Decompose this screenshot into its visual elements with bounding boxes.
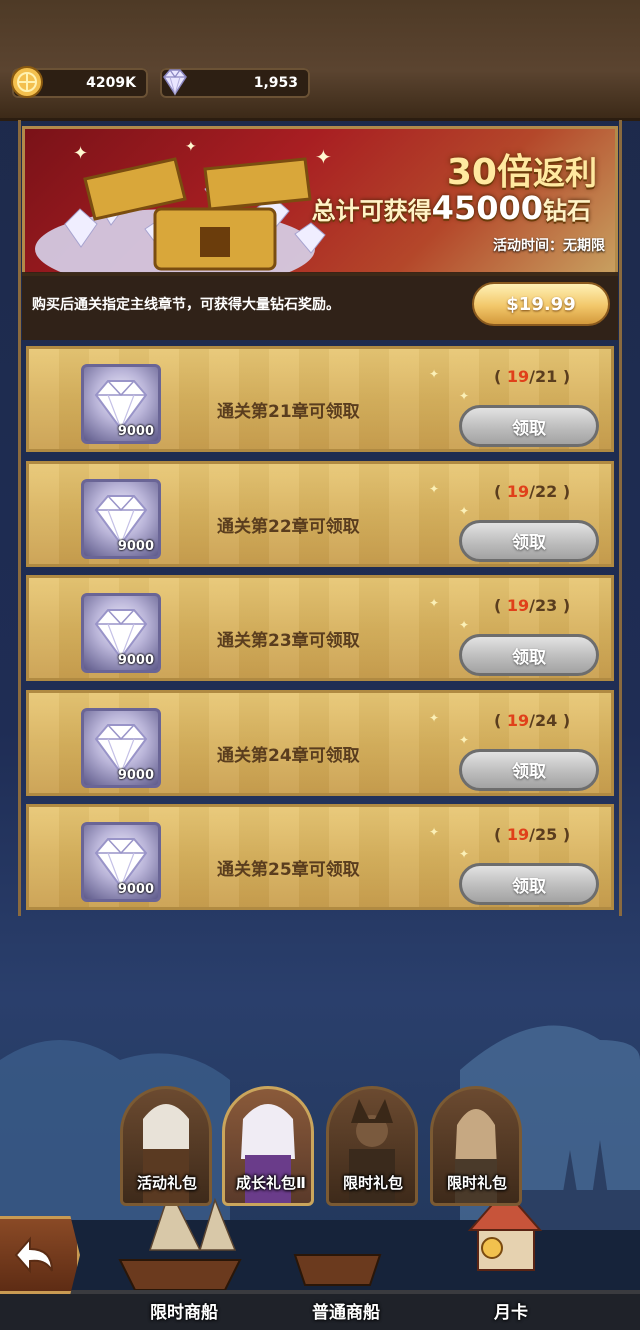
tab-label: 限时礼包	[446, 1174, 507, 1192]
progress-current: 19	[506, 481, 530, 501]
banner-total: 总计可获得45000钻石	[312, 189, 591, 227]
multiplier-text: 30倍	[446, 152, 533, 193]
progress-current: 19	[506, 596, 530, 615]
purchase-row: 购买后通关指定主线章节，可获得大量钻石奖励。 $19.99	[22, 272, 618, 340]
progress-target: /21	[529, 367, 558, 386]
tab-label: 活动礼包	[136, 1174, 197, 1192]
claim-button[interactable]: 领取	[459, 405, 599, 447]
sparkle-icon: ✦	[459, 618, 470, 632]
chapter-progress: ( 19/25 )	[494, 825, 571, 844]
reward-row: ✦ ✦ 9000 通关第24章可领取 ( 19/24 ) 领取	[26, 689, 614, 796]
diamond-reward-item[interactable]: 9000	[81, 364, 161, 444]
reward-row: ✦ ✦ 9000 通关第25章可领取 ( 19/25 ) 领取	[26, 804, 614, 910]
item-quantity: 9000	[117, 882, 154, 897]
reward-condition: 通关第21章可领取	[217, 402, 360, 422]
item-quantity: 9000	[117, 653, 154, 668]
gold-coin-icon	[11, 66, 43, 98]
total-suffix: 钻石	[543, 197, 591, 225]
sparkle-icon: ✦	[459, 389, 470, 403]
progress-current: 19	[506, 710, 530, 730]
claim-button[interactable]: 领取	[459, 863, 599, 905]
progress-target: /25	[529, 825, 558, 844]
item-quantity: 9000	[117, 538, 154, 554]
nav-normal-ship[interactable]: 普通商船	[312, 1298, 380, 1323]
nav-limited-ship[interactable]: 限时商船	[150, 1298, 218, 1323]
item-quantity: 9000	[117, 767, 154, 783]
sparkle-icon: ✦	[429, 367, 440, 381]
reward-row: ✦ ✦ 9000 通关第23章可领取 ( 19/23 ) 领取	[26, 575, 614, 681]
claim-button[interactable]: 领取	[459, 634, 599, 676]
nav-monthly-card[interactable]: 月卡	[494, 1298, 528, 1323]
event-time: 活动时间：无期限	[493, 238, 605, 254]
diamond-icon	[163, 69, 187, 96]
sparkle-icon: ✦	[459, 847, 470, 861]
sparkle-icon: ✦	[429, 710, 440, 725]
claim-button[interactable]: 领取	[459, 519, 599, 562]
diamond-reward-item[interactable]: 9000	[81, 822, 161, 902]
diamond-reward-item[interactable]: 9000	[81, 707, 161, 788]
harbor-scene	[0, 1025, 640, 1330]
gem-counter[interactable]: 1,953	[160, 68, 310, 98]
svg-text:✦: ✦	[185, 139, 197, 155]
chapter-progress: ( 19/21 )	[494, 367, 571, 386]
diamond-reward-item[interactable]: 9000	[81, 478, 161, 559]
reward-list: ✦ ✦ 9000 通关第21章可领取 ( 19/21 ) 领取 ✦ ✦ 9000	[26, 346, 614, 919]
sparkle-icon: ✦	[459, 732, 470, 747]
reward-row: ✦ ✦ 9000 通关第21章可领取 ( 19/21 ) 领取	[26, 346, 614, 452]
progress-target: /23	[529, 596, 558, 615]
promo-banner: ✦ ✦ ✦ 30倍返利 总计可获得45000钻石 活动时间：无期限	[22, 126, 618, 276]
reward-condition: 通关第24章可领取	[217, 745, 360, 766]
sparkle-icon: ✦	[459, 503, 470, 518]
chapter-progress: ( 19/24 )	[494, 710, 571, 730]
svg-text:✦: ✦	[315, 145, 332, 169]
chapter-progress: ( 19/22 )	[494, 481, 571, 501]
reward-row: ✦ ✦ 9000 通关第22章可领取 ( 19/22 ) 领取	[26, 460, 614, 567]
sparkle-icon: ✦	[429, 596, 440, 610]
tab-label: 限时礼包	[342, 1174, 403, 1192]
reward-condition: 通关第25章可领取	[217, 860, 360, 880]
progress-target: /24	[529, 710, 558, 730]
svg-text:✦: ✦	[73, 143, 88, 164]
gem-amount: 1,953	[253, 75, 298, 91]
banner-multiplier: 30倍返利	[447, 143, 597, 195]
offer-description: 购买后通关指定主线章节，可获得大量钻石奖励。	[32, 297, 340, 313]
buy-button[interactable]: $19.99	[472, 282, 610, 326]
reward-condition: 通关第23章可领取	[217, 631, 360, 651]
back-button[interactable]	[0, 1216, 80, 1294]
claim-button[interactable]: 领取	[459, 748, 599, 791]
progress-current: 19	[506, 825, 530, 844]
item-quantity: 9000	[117, 424, 154, 439]
chapter-progress: ( 19/23 )	[494, 596, 571, 615]
back-arrow-icon	[14, 1236, 53, 1274]
gold-amount: 4209K	[86, 75, 136, 91]
top-bar: 4209K 1,953	[0, 0, 640, 121]
multiplier-suffix: 返利	[532, 154, 597, 192]
diamond-reward-item[interactable]: 9000	[81, 593, 161, 673]
tab-label: 成长礼包Ⅱ	[236, 1174, 306, 1192]
sparkle-icon: ✦	[429, 481, 440, 496]
gold-counter[interactable]: 4209K	[11, 66, 148, 98]
reward-condition: 通关第22章可领取	[217, 516, 360, 537]
total-prefix: 总计可获得	[311, 197, 432, 225]
sparkle-icon: ✦	[429, 825, 440, 839]
progress-target: /22	[529, 481, 558, 501]
total-amount: 45000	[431, 189, 543, 227]
progress-current: 19	[506, 367, 530, 386]
